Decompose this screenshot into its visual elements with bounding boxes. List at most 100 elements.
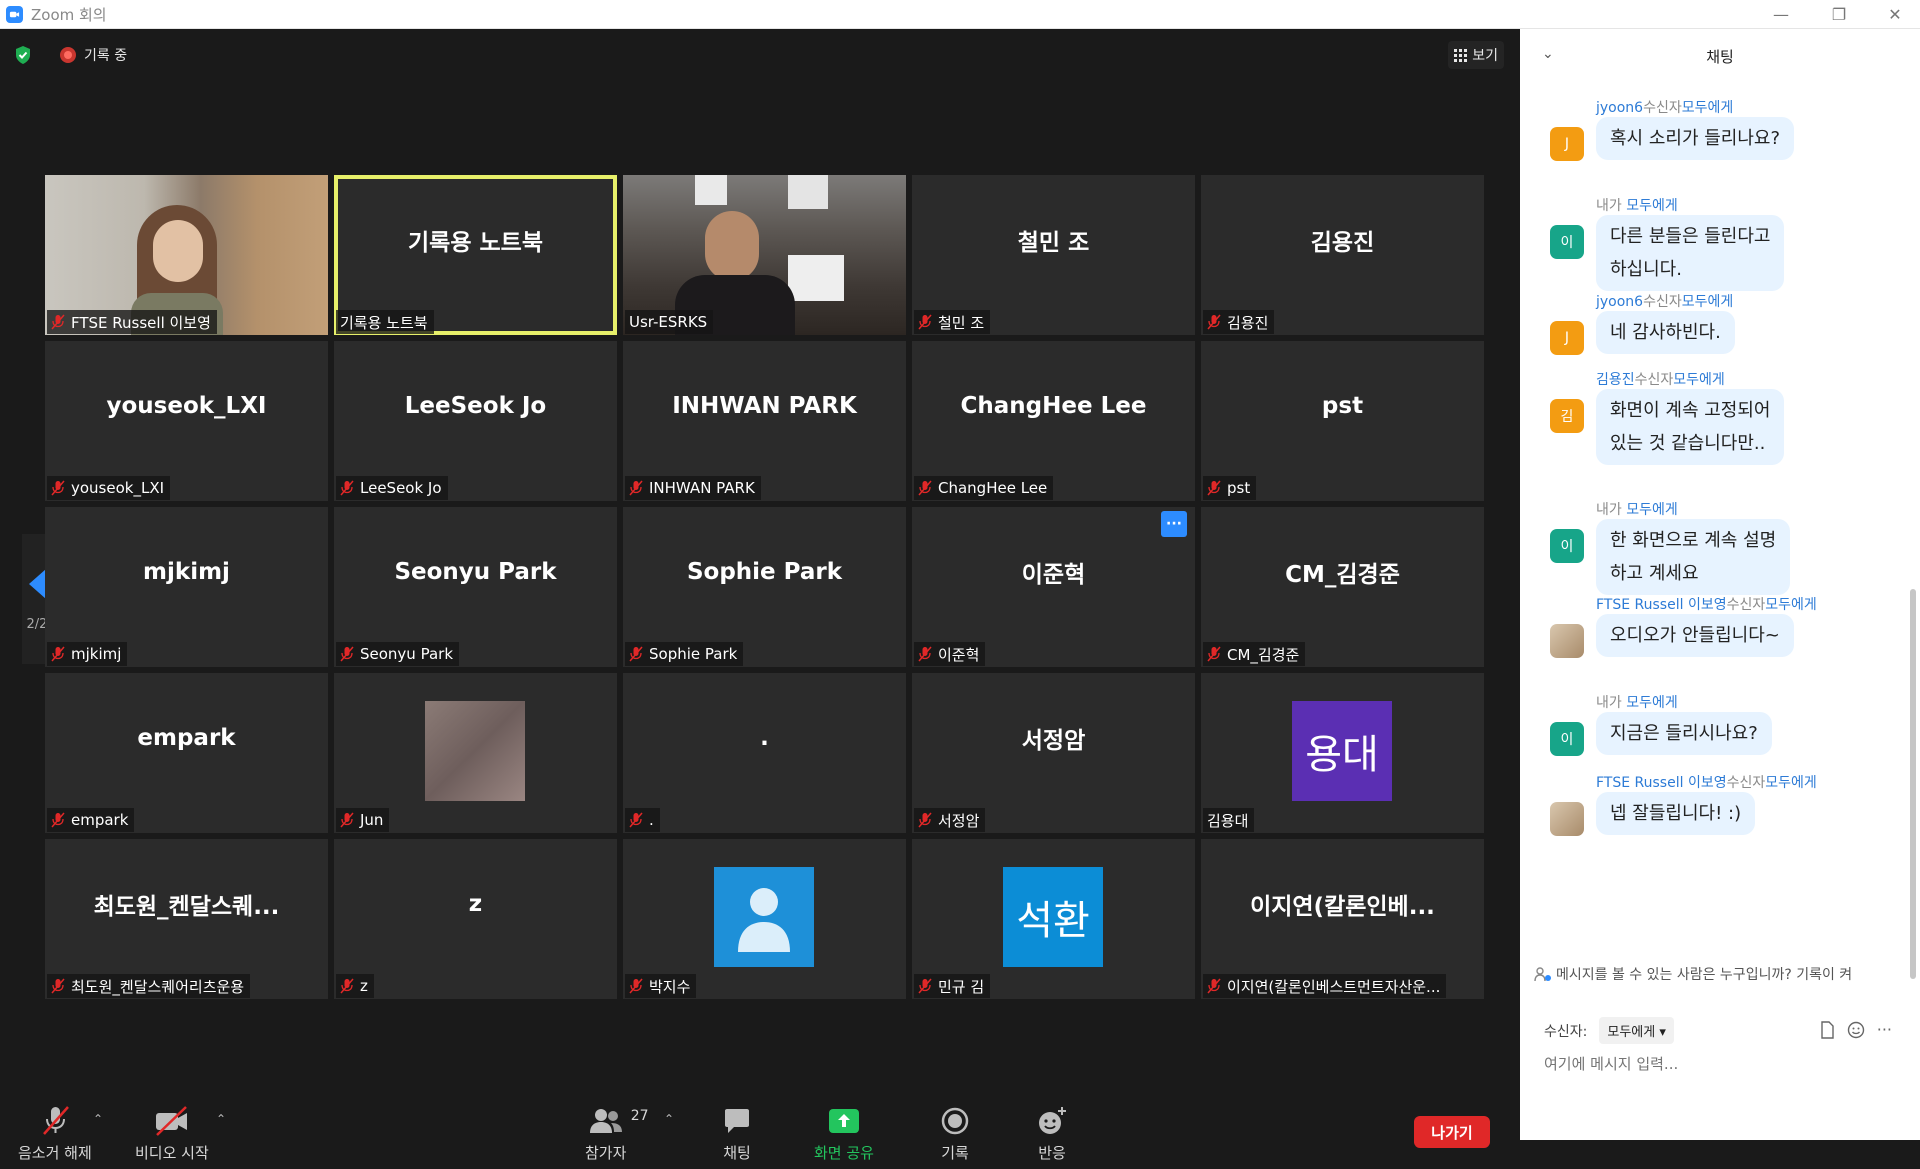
chat-visibility-notice[interactable]: 메시지를 볼 수 있는 사람은 누구입니까? 기록이 켜 [1534,964,1914,984]
chat-sender[interactable]: FTSE Russell 이보영 [1596,775,1727,791]
participant-tile[interactable]: 박지수 [623,839,906,999]
chat-sender[interactable]: jyoon6 [1596,294,1643,310]
participants-button[interactable]: 27 참가자 [585,1104,649,1163]
chat-recipient[interactable]: 모두에게 [1626,502,1678,518]
participants-options-caret[interactable]: ⌃ [664,1112,674,1126]
participant-tile[interactable]: 기록용 노트북 기록용 노트북 [334,175,617,335]
chat-sender[interactable]: 내가 [1596,502,1622,518]
participant-display-name: youseok_LXI [106,393,267,419]
chat-message-meta: 김용진수신자모두에게 [1596,369,1725,389]
minimize-button[interactable]: — [1752,0,1810,29]
participant-name: FTSE Russell 이보영 [71,313,211,332]
participant-tile[interactable]: FTSE Russell 이보영 [45,175,328,335]
participant-tile[interactable]: pst pst [1201,341,1484,501]
participant-tile[interactable]: Usr-ESRKS [623,175,906,335]
chat-sender[interactable]: FTSE Russell 이보영 [1596,597,1727,613]
recipient-row: 수신자: 모두에게 ▾ [1544,1017,1674,1044]
chat-recipient[interactable]: 모두에게 [1673,372,1725,388]
participant-tile[interactable]: Sophie Park Sophie Park [623,507,906,667]
chat-recipient[interactable]: 모두에게 [1765,597,1817,613]
start-video-button[interactable]: 비디오 시작 [135,1104,209,1163]
leave-button[interactable]: 나가기 [1414,1116,1490,1148]
participant-tile[interactable]: .. [623,673,906,833]
participant-tile[interactable]: empark empark [45,673,328,833]
more-options-icon[interactable]: ··· [1877,1021,1892,1043]
restore-button[interactable]: ❐ [1810,0,1868,29]
participant-tile[interactable]: 이지연(칼론인베... 이지연(칼론인베스트먼트자산운... [1201,839,1484,999]
chat-recipient[interactable]: 모두에게 [1626,695,1678,711]
chat-recipient[interactable]: 모두에게 [1765,775,1817,791]
video-options-caret[interactable]: ⌃ [216,1112,226,1126]
chat-scrollbar[interactable] [1910,589,1916,979]
chat-sender[interactable]: 김용진 [1596,372,1635,388]
shield-icon[interactable] [14,45,32,65]
view-button[interactable]: 보기 [1448,41,1504,69]
chat-sender[interactable]: 내가 [1596,198,1622,214]
chat-bubble[interactable]: 지금은 들리시나요? [1596,712,1772,755]
participant-tile[interactable]: 철민 조 철민 조 [912,175,1195,335]
file-icon[interactable] [1819,1021,1835,1043]
participant-tile[interactable]: 이준혁 ··· 이준혁 [912,507,1195,667]
chat-button[interactable]: 채팅 [722,1104,752,1163]
chat-bubble[interactable]: 화면이 계속 고정되어 있는 것 같습니다만.. [1596,389,1785,465]
share-screen-button[interactable]: 화면 공유 [814,1104,874,1163]
participant-name-label: 이지연(칼론인베스트먼트자산운... [1203,974,1447,998]
participant-name-label: 김용진 [1203,310,1275,334]
chat-bubble[interactable]: 다른 분들은 들린다고 하십니다. [1596,215,1785,291]
recording-label: 기록 중 [84,48,128,64]
participant-tile[interactable]: Jun [334,673,617,833]
participant-name-label: youseok_LXI [47,476,171,500]
chat-notice-text: 메시지를 볼 수 있는 사람은 누구입니까? 기록이 켜 [1556,967,1853,983]
unmute-label: 음소거 해제 [18,1144,92,1162]
recipient-select[interactable]: 모두에게 ▾ [1599,1017,1674,1044]
participant-tile[interactable]: 최도원_켄달스퀘... 최도원_켄달스퀘어리츠운용 [45,839,328,999]
participant-name: youseok_LXI [71,479,165,497]
chat-message-list[interactable]: jyoon6수신자모두에게 J 혹시 소리가 들리나요? 내가 모두에게 이 다른 분들은… [1520,84,1908,974]
chat-sender[interactable]: jyoon6 [1596,100,1643,116]
chat-message-input[interactable] [1544,1055,1894,1073]
chat-recipient[interactable]: 모두에게 [1682,294,1734,310]
participant-tile[interactable]: ChangHee Lee ChangHee Lee [912,341,1195,501]
chat-bubble[interactable]: 한 화면으로 계속 설명 하고 계세요 [1596,519,1791,595]
chat-avatar: 이 [1550,722,1584,756]
participant-name-label: 박지수 [625,974,697,998]
mic-muted-icon [1207,480,1221,496]
participant-name-label: mjkimj [47,642,128,666]
chat-recipient[interactable]: 모두에게 [1682,100,1734,116]
unmute-button[interactable]: 음소거 해제 [18,1104,92,1163]
participant-tile[interactable]: 석환 민규 김 [912,839,1195,999]
emoji-icon[interactable] [1847,1021,1865,1043]
participant-tile[interactable]: mjkimj mjkimj [45,507,328,667]
chat-recipient[interactable]: 모두에게 [1626,198,1678,214]
chat-bubble[interactable]: 혹시 소리가 들리나요? [1596,117,1795,160]
chat-bubble[interactable]: 오디오가 안들립니다~ [1596,614,1794,657]
chat-bubble[interactable]: 네 감사하빈다. [1596,311,1735,354]
participant-tile[interactable]: youseok_LXI youseok_LXI [45,341,328,501]
participant-name: 이준혁 [938,645,980,664]
participant-name-label: FTSE Russell 이보영 [47,310,217,334]
chat-recipient-prefix: 수신자 [1643,100,1682,116]
chat-bubble[interactable]: 넵 잘들립니다! :) [1596,792,1756,835]
participant-tile[interactable]: 용대 김용대 [1201,673,1484,833]
recording-indicator[interactable]: 기록 중 [60,45,127,65]
background-window [788,175,828,209]
audio-options-caret[interactable]: ⌃ [93,1112,103,1126]
close-button[interactable]: ✕ [1866,0,1920,29]
participant-tile[interactable]: INHWAN PARK INHWAN PARK [623,341,906,501]
participant-tile[interactable]: LeeSeok Jo LeeSeok Jo [334,341,617,501]
chat-recipient-prefix: 수신자 [1643,294,1682,310]
participant-tile[interactable]: Seonyu Park Seonyu Park [334,507,617,667]
participant-tile[interactable]: 서정암 서정암 [912,673,1195,833]
participant-tile[interactable]: zz [334,839,617,999]
participant-display-name: INHWAN PARK [672,393,857,419]
chat-sender[interactable]: 내가 [1596,695,1622,711]
participant-tile[interactable]: CM_김경준 CM_김경준 [1201,507,1484,667]
chevron-down-icon[interactable]: ⌄ [1542,46,1554,62]
record-button[interactable]: 기록 [940,1104,970,1163]
chat-avatar: 이 [1550,225,1584,259]
participant-tile[interactable]: 김용진 김용진 [1201,175,1484,335]
participant-name: Seonyu Park [360,645,454,663]
participant-name-label: Usr-ESRKS [625,310,714,334]
reactions-button[interactable]: 반응 [1036,1104,1068,1163]
participant-more-button[interactable]: ··· [1161,511,1187,537]
